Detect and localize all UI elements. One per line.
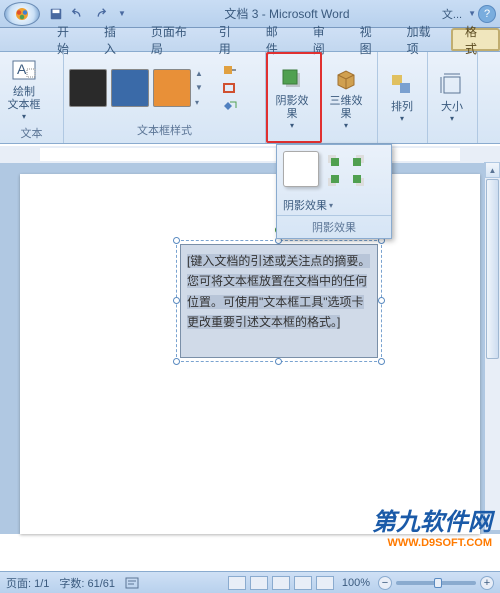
textbox-label: 绘制文本框▾ xyxy=(8,86,41,122)
tab-insert[interactable]: 插入 xyxy=(91,28,138,51)
handle-tl[interactable] xyxy=(173,237,180,244)
tab-view[interactable]: 视图 xyxy=(347,28,394,51)
title-right-area: 文... ▼ ? xyxy=(442,5,496,23)
nudge-down-right[interactable] xyxy=(347,171,369,189)
page[interactable]: [键入文档的引述或关注点的摘要。您可将文本框放置在文档中的任何位置。可使用"文本… xyxy=(20,174,480,534)
help-button[interactable]: ? xyxy=(478,5,496,23)
shadow-icon xyxy=(278,65,306,93)
3d-effects-button[interactable]: 三维效果▾ xyxy=(325,64,367,132)
arrange-button[interactable]: 排列▾ xyxy=(381,64,423,132)
size-button[interactable]: 大小▾ xyxy=(431,64,473,132)
size-label: 大小▾ xyxy=(441,101,463,124)
group-size: 大小▾ xyxy=(428,52,478,143)
view-draft[interactable] xyxy=(316,576,334,590)
change-shape-button[interactable] xyxy=(221,99,239,113)
statusbar: 页面: 1/1 字数: 61/61 100% − + xyxy=(0,571,500,593)
dd-footer: 阴影效果 xyxy=(277,215,391,238)
handle-bm[interactable] xyxy=(275,358,282,365)
arrange-icon xyxy=(388,71,416,99)
zoom-slider[interactable] xyxy=(396,581,476,585)
handle-bl[interactable] xyxy=(173,358,180,365)
vertical-scrollbar[interactable]: ▲ xyxy=(484,162,500,530)
quick-access-toolbar: ▼ xyxy=(46,4,132,24)
view-outline[interactable] xyxy=(294,576,312,590)
watermark-line2: WWW.D9SOFT.COM xyxy=(372,537,492,549)
shadow-label: 阴影效果▾ xyxy=(273,95,311,131)
save-button[interactable] xyxy=(46,4,66,24)
window-title: 文档 3 - Microsoft Word xyxy=(132,5,442,22)
ruler[interactable] xyxy=(0,146,500,164)
group-3d: 三维效果▾ xyxy=(322,52,378,143)
tab-references[interactable]: 引用 xyxy=(206,28,253,51)
gallery-up[interactable]: ▲ xyxy=(195,69,209,78)
group-styles: ▲ ▼ ▾ 文本框样式 xyxy=(64,52,266,143)
zoom-in[interactable]: + xyxy=(480,576,494,590)
zoom-out[interactable]: − xyxy=(378,576,392,590)
view-print-layout[interactable] xyxy=(228,576,246,590)
watermark: 第九软件网 WWW.D9SOFT.COM xyxy=(372,502,492,549)
undo-button[interactable] xyxy=(68,4,88,24)
nudge-up-right[interactable] xyxy=(347,151,369,169)
style-tools xyxy=(221,63,239,113)
title-extra: 文... xyxy=(442,6,462,22)
handle-ml[interactable] xyxy=(173,297,180,304)
group-label-styles: 文本框样式 xyxy=(67,120,262,140)
handle-br[interactable] xyxy=(378,358,385,365)
style-swatch-2[interactable] xyxy=(111,69,149,107)
group-label-text: 文本 xyxy=(3,123,60,143)
shadow-nudge-grid xyxy=(323,151,383,189)
tab-layout[interactable]: 页面布局 xyxy=(138,28,206,51)
nudge-up-left[interactable] xyxy=(323,151,345,169)
shape-fill-button[interactable] xyxy=(221,63,239,77)
status-words[interactable]: 字数: 61/61 xyxy=(59,575,115,591)
tab-format[interactable]: 格式 xyxy=(451,28,500,51)
textbox-icon: A xyxy=(10,56,38,84)
handle-mr[interactable] xyxy=(378,297,385,304)
tab-mailings[interactable]: 邮件 xyxy=(253,28,300,51)
shadow-effects-button[interactable]: 阴影效果▾ xyxy=(271,64,313,132)
selection-border xyxy=(176,240,382,362)
view-full-screen[interactable] xyxy=(250,576,268,590)
shadow-dropdown-panel: 阴影效果▾ 阴影效果 xyxy=(276,144,392,239)
svg-text:A: A xyxy=(17,61,27,77)
scroll-up[interactable]: ▲ xyxy=(485,162,500,178)
style-gallery[interactable]: ▲ ▼ ▾ xyxy=(67,67,211,109)
status-page[interactable]: 页面: 1/1 xyxy=(6,575,49,591)
style-swatch-3[interactable] xyxy=(153,69,191,107)
shape-outline-button[interactable] xyxy=(221,81,239,95)
arrange-label: 排列▾ xyxy=(391,101,413,124)
cube-icon xyxy=(332,65,360,93)
view-web[interactable] xyxy=(272,576,290,590)
group-arrange: 排列▾ xyxy=(378,52,428,143)
draw-textbox-button[interactable]: A 绘制文本框▾ xyxy=(3,55,45,123)
scroll-thumb[interactable] xyxy=(486,179,499,359)
gallery-down[interactable]: ▼ xyxy=(195,83,209,92)
watermark-line1: 第九软件网 xyxy=(372,502,492,537)
document-area: [键入文档的引述或关注点的摘要。您可将文本框放置在文档中的任何位置。可使用"文本… xyxy=(0,164,500,534)
group-textbox: A 绘制文本框▾ 文本 xyxy=(0,52,64,143)
textbox-selection[interactable]: [键入文档的引述或关注点的摘要。您可将文本框放置在文档中的任何位置。可使用"文本… xyxy=(180,244,378,358)
tab-home[interactable]: 开始 xyxy=(44,28,91,51)
group-shadow: 阴影效果▾ xyxy=(266,52,322,143)
redo-button[interactable] xyxy=(90,4,110,24)
style-swatch-1[interactable] xyxy=(69,69,107,107)
language-icon[interactable] xyxy=(125,576,139,590)
qat-dropdown[interactable]: ▼ xyxy=(112,4,132,24)
tab-addins[interactable]: 加载项 xyxy=(394,28,451,51)
dd-shadow-label: 阴影效果 xyxy=(283,197,327,213)
3d-label: 三维效果▾ xyxy=(327,95,365,131)
tab-review[interactable]: 审阅 xyxy=(300,28,347,51)
zoom-level[interactable]: 100% xyxy=(342,577,370,589)
size-icon xyxy=(438,71,466,99)
ribbon-body: A 绘制文本框▾ 文本 ▲ ▼ ▾ 文本框样式 阴影效果▾ xyxy=(0,52,500,144)
office-icon xyxy=(13,5,31,23)
shadow-preview[interactable] xyxy=(283,151,319,187)
nudge-down-left[interactable] xyxy=(323,171,345,189)
office-button[interactable] xyxy=(4,2,40,26)
gallery-more[interactable]: ▾ xyxy=(195,98,209,107)
zoom-thumb[interactable] xyxy=(434,578,442,588)
ribbon-tabs: 开始 插入 页面布局 引用 邮件 审阅 视图 加载项 格式 xyxy=(0,28,500,52)
